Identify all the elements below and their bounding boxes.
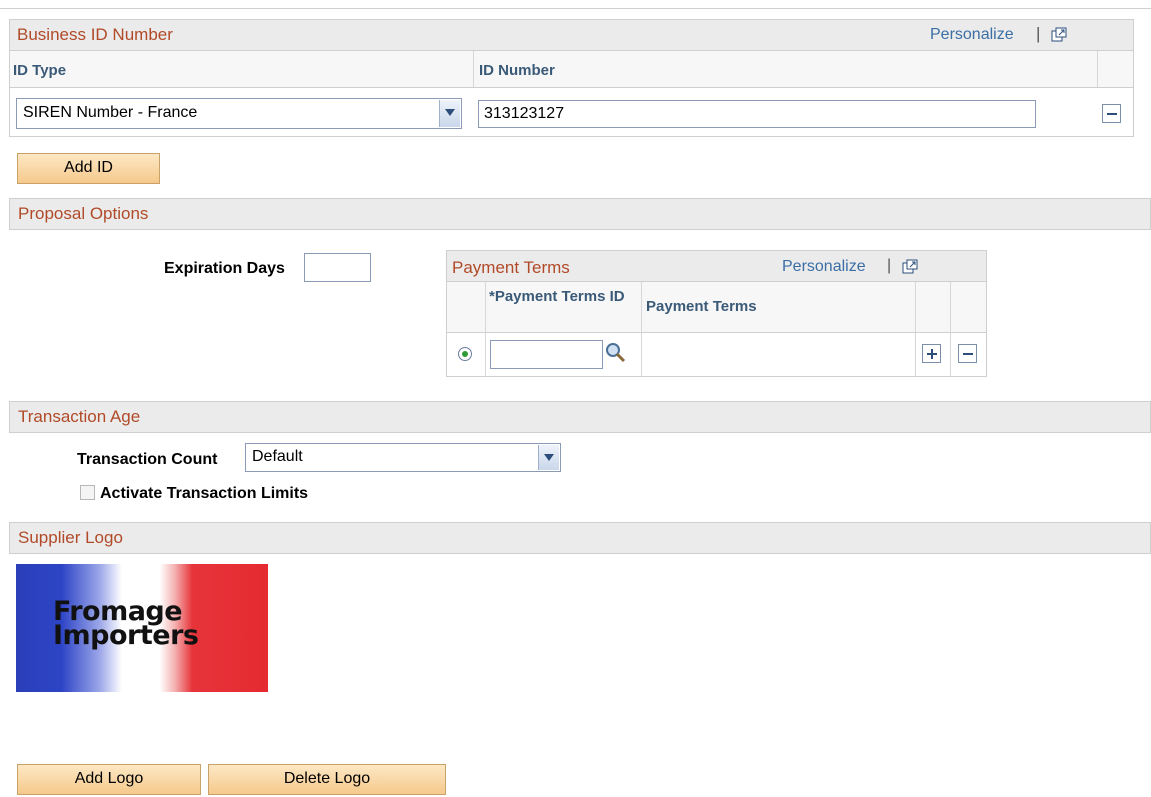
id-type-select[interactable]: SIREN Number - France <box>16 98 462 129</box>
supplier-logo-title: Supplier Logo <box>18 528 123 547</box>
personalize-link[interactable]: Personalize <box>782 258 866 276</box>
divider <box>1097 51 1098 87</box>
delete-row-button[interactable] <box>958 344 977 363</box>
business-id-grid: Business ID Number Personalize | ID Type… <box>9 19 1134 137</box>
id-type-value: SIREN Number - France <box>23 104 198 121</box>
divider <box>641 333 642 376</box>
row-select-radio[interactable] <box>458 347 472 361</box>
payment-terms-id-input[interactable] <box>490 340 603 369</box>
new-window-icon[interactable] <box>902 259 919 274</box>
add-logo-button[interactable]: Add Logo <box>17 764 201 795</box>
col-id-type: ID Type <box>13 62 67 79</box>
divider <box>473 51 474 87</box>
activate-limits-label: Activate Transaction Limits <box>100 485 309 502</box>
divider <box>485 282 486 332</box>
new-window-icon[interactable] <box>1051 27 1068 42</box>
top-border-line <box>0 8 1151 9</box>
col-payment-terms: Payment Terms <box>646 298 757 315</box>
transaction-count-value: Default <box>252 448 303 465</box>
add-id-button[interactable]: Add ID <box>17 153 160 184</box>
minus-icon <box>1107 113 1117 115</box>
divider <box>950 333 951 376</box>
business-id-title: Business ID Number <box>17 25 173 44</box>
payment-terms-grid: Payment Terms Personalize | *Payment Ter… <box>446 250 987 377</box>
proposal-options-header: Proposal Options <box>9 198 1151 230</box>
divider <box>915 333 916 376</box>
payment-terms-header: Payment Terms Personalize | <box>447 251 986 281</box>
col-id-number: ID Number <box>479 62 555 79</box>
logo-text-line-2: Importers <box>53 620 199 651</box>
payment-terms-title: Payment Terms <box>452 258 570 277</box>
col-payment-terms-id: *Payment Terms ID <box>489 288 625 305</box>
chevron-down-icon[interactable] <box>538 445 559 470</box>
separator: | <box>1036 24 1041 43</box>
divider <box>485 333 486 376</box>
id-number-input[interactable]: 313123127 <box>478 100 1036 128</box>
transaction-age-header: Transaction Age <box>9 401 1151 433</box>
divider <box>915 282 916 332</box>
proposal-options-title: Proposal Options <box>18 204 149 223</box>
transaction-count-select[interactable]: Default <box>245 443 561 472</box>
chevron-down-icon[interactable] <box>439 100 460 127</box>
personalize-link[interactable]: Personalize <box>930 26 1014 44</box>
divider <box>950 282 951 332</box>
transaction-count-label: Transaction Count <box>77 451 218 468</box>
supplier-logo-image: Fromage Importers <box>16 564 268 692</box>
divider <box>641 282 642 332</box>
add-row-button[interactable] <box>922 344 941 363</box>
search-icon[interactable] <box>605 342 627 364</box>
column-header-row: ID Type ID Number <box>10 50 1133 88</box>
transaction-age-title: Transaction Age <box>18 407 141 426</box>
delete-logo-button[interactable]: Delete Logo <box>208 764 446 795</box>
delete-row-button[interactable] <box>1102 104 1121 123</box>
plus-icon-vertical <box>931 349 933 359</box>
expiration-days-input[interactable] <box>304 253 371 282</box>
activate-limits-checkbox[interactable] <box>80 485 95 500</box>
radio-dot <box>462 351 468 357</box>
expiration-days-label: Expiration Days <box>164 260 285 277</box>
supplier-logo-header: Supplier Logo <box>9 522 1151 554</box>
minus-icon <box>963 353 973 355</box>
separator: | <box>887 257 892 274</box>
business-id-header: Business ID Number Personalize | <box>10 20 1133 50</box>
logo-text: Fromage Importers <box>53 598 199 651</box>
payment-terms-column-header: *Payment Terms ID Payment Terms <box>447 281 986 333</box>
